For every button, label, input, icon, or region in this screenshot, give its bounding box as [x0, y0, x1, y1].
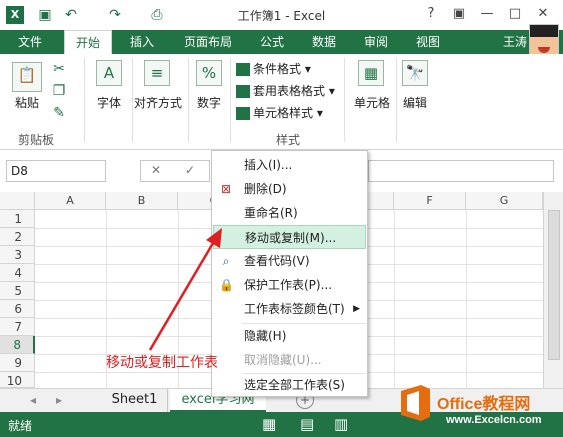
menu-item-hide[interactable]: 隐藏(H)	[213, 324, 366, 348]
tab-data[interactable]: 数据	[304, 30, 344, 54]
number-format-icon[interactable]: %	[196, 60, 222, 86]
minimize-button[interactable]: —	[476, 4, 498, 24]
avatar[interactable]	[529, 24, 559, 58]
cut-icon[interactable]: ✂	[50, 60, 68, 78]
annotation-label: 移动或复制工作表	[106, 355, 218, 371]
row-header[interactable]: 2	[0, 228, 35, 246]
menu-item-insert[interactable]: 插入(I)...	[213, 153, 366, 177]
tab-file[interactable]: 文件	[8, 30, 52, 54]
page-layout-view-icon[interactable]: ▤	[300, 415, 314, 433]
sheet-tab-sheet1[interactable]: Sheet1	[102, 389, 168, 412]
menu-item-move-copy[interactable]: 移动或复制(M)...	[213, 225, 366, 249]
formula-input[interactable]	[368, 160, 554, 182]
page-break-view-icon[interactable]: ▥	[334, 415, 348, 433]
row-header[interactable]: 4	[0, 264, 35, 282]
ribbon-home: 📋 粘贴 ✂ ❐ ✎ 剪贴板 A 字体 ≡ 对齐方式 % 数字 条件格式 ▾ 套…	[0, 54, 563, 150]
table-format-icon	[236, 85, 250, 98]
ribbon-display-button[interactable]: ▣	[448, 4, 470, 24]
row-header[interactable]: 1	[0, 210, 35, 228]
tab-view[interactable]: 视图	[408, 30, 448, 54]
clipboard-group-label: 剪贴板	[18, 133, 55, 147]
paste-button[interactable]: 粘贴	[10, 94, 44, 111]
row-header[interactable]: 6	[0, 300, 35, 318]
copy-icon[interactable]: ❐	[50, 82, 68, 100]
maximize-button[interactable]: □	[504, 4, 526, 24]
scroll-thumb[interactable]	[548, 210, 560, 360]
tab-page-layout[interactable]: 页面布局	[176, 30, 240, 54]
tab-insert[interactable]: 插入	[122, 30, 162, 54]
menu-item-unhide: 取消隐藏(U)...	[244, 353, 322, 367]
menu-item-rename[interactable]: 重命名(R)	[213, 201, 366, 225]
watermark-subtitle: www.Excelcn.com	[446, 414, 542, 426]
menu-item-view-code[interactable]: ⌕ 查看代码(V)	[213, 249, 366, 273]
conditional-format-button[interactable]: 条件格式 ▾	[236, 60, 311, 77]
tab-home[interactable]: 开始	[64, 30, 112, 54]
menu-item-select-all-sheets[interactable]: 选定全部工作表(S)	[213, 373, 366, 397]
table-format-button[interactable]: 套用表格格式 ▾	[236, 82, 335, 99]
number-button[interactable]: 数字	[192, 94, 226, 111]
formula-buttons: ✕ ✓	[140, 160, 210, 182]
cell-style-button[interactable]: 单元格样式 ▾	[236, 104, 323, 121]
editing-button[interactable]: 编辑	[398, 94, 432, 111]
paste-icon[interactable]: 📋	[12, 62, 42, 92]
menu-item-tab-color[interactable]: 工作表标签颜色(T) ▶	[213, 297, 366, 321]
office-logo-icon	[401, 385, 430, 421]
status-ready: 就绪	[8, 419, 33, 433]
column-header-g[interactable]: G	[466, 192, 543, 210]
font-icon[interactable]: A	[96, 60, 122, 86]
column-header-f[interactable]: F	[394, 192, 466, 210]
menu-item-delete[interactable]: ⊠ 删除(D)	[213, 177, 366, 201]
ribbon-tabs: 文件 开始 插入 页面布局 公式 数据 审阅 视图 王涛	[0, 30, 563, 54]
alignment-icon[interactable]: ≡	[144, 60, 170, 86]
sheet-next-icon[interactable]: ▸	[56, 393, 62, 407]
protect-sheet-icon: 🔒	[219, 278, 234, 292]
styles-group-label: 样式	[276, 133, 301, 147]
delete-sheet-icon: ⊠	[220, 182, 232, 196]
editing-icon[interactable]: 🔭	[402, 60, 428, 86]
vertical-scrollbar[interactable]	[543, 192, 563, 388]
name-box[interactable]: D8	[6, 160, 106, 182]
watermark-title: Office教程网	[437, 396, 531, 413]
confirm-icon[interactable]: ✓	[185, 163, 195, 177]
row-header[interactable]: 9	[0, 354, 35, 372]
row-header[interactable]: 5	[0, 282, 35, 300]
row-header[interactable]: 3	[0, 246, 35, 264]
view-code-icon: ⌕	[222, 254, 230, 268]
cells-icon[interactable]: ▦	[358, 60, 384, 86]
column-header-b[interactable]: B	[106, 192, 178, 210]
row-header-selected[interactable]: 8	[0, 336, 35, 354]
submenu-arrow-icon: ▶	[353, 304, 360, 314]
conditional-format-icon	[236, 63, 250, 76]
tab-formulas[interactable]: 公式	[252, 30, 292, 54]
cancel-icon[interactable]: ✕	[151, 163, 161, 177]
column-header-a[interactable]: A	[35, 192, 106, 210]
cell-style-icon	[236, 107, 250, 120]
normal-view-icon[interactable]: ▦	[262, 415, 276, 433]
row-header[interactable]: 7	[0, 318, 35, 336]
cells-button[interactable]: 单元格	[348, 94, 396, 111]
font-button[interactable]: 字体	[92, 94, 126, 111]
format-painter-icon[interactable]: ✎	[50, 104, 68, 122]
sheet-prev-icon[interactable]: ◂	[30, 393, 36, 407]
menu-item-protect[interactable]: 🔒 保护工作表(P)...	[213, 273, 366, 297]
tab-review[interactable]: 审阅	[356, 30, 396, 54]
user-name[interactable]: 王涛	[503, 30, 527, 54]
alignment-button[interactable]: 对齐方式	[132, 94, 184, 111]
help-button[interactable]: ?	[420, 4, 442, 24]
select-all-corner[interactable]	[0, 192, 35, 210]
row-header[interactable]: 10	[0, 372, 35, 388]
close-button[interactable]: ✕	[532, 4, 554, 24]
title-bar: X ▣ ↶ ↷ ⎙ 工作簿1 - Excel ? ▣ — □ ✕	[0, 0, 563, 30]
sheet-context-menu: 插入(I)... ⊠ 删除(D) 重命名(R) 移动或复制(M)... ⌕ 查看…	[211, 150, 368, 397]
